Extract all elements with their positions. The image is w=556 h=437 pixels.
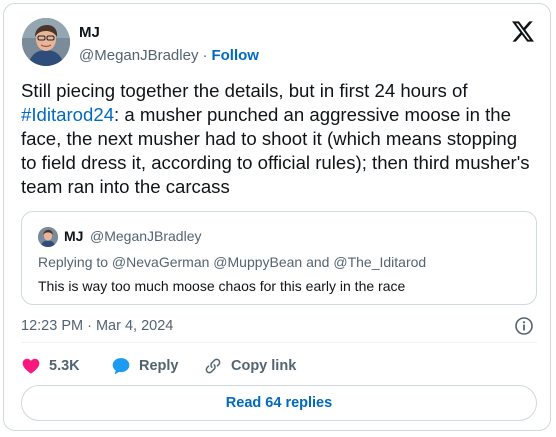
reply-button[interactable]: Reply xyxy=(111,354,179,378)
author-handle[interactable]: @MeganJBradley xyxy=(79,47,198,64)
like-button[interactable]: 5.3K xyxy=(21,354,80,378)
info-icon[interactable] xyxy=(514,316,534,336)
quoted-author-avatar xyxy=(38,227,58,247)
tweet-text: Still piecing together the details, but … xyxy=(21,79,531,199)
read-replies-button[interactable]: Read 64 replies xyxy=(21,385,537,421)
hashtag-link[interactable]: #Iditarod24 xyxy=(21,104,114,125)
author-handle-line: @MeganJBradley · Follow xyxy=(79,47,259,64)
author-avatar[interactable] xyxy=(22,18,70,66)
divider xyxy=(21,342,537,343)
separator-dot: · xyxy=(202,47,208,64)
tweet-timestamp[interactable]: 12:23 PM · Mar 4, 2024 xyxy=(21,318,173,334)
link-icon xyxy=(205,358,221,374)
tweet-embed-card: MJ @MeganJBradley · Follow Still piecing t… xyxy=(3,3,551,431)
quoted-replying-to: Replying to @NevaGerman @MuppyBean and @… xyxy=(38,254,427,270)
tweet-text-part-1: Still piecing together the details, but … xyxy=(21,80,468,101)
follow-button[interactable]: Follow xyxy=(211,47,259,64)
quoted-tweet[interactable]: MJ @MeganJBradley Replying to @NevaGerma… xyxy=(21,211,537,305)
copy-link-label: Copy link xyxy=(231,358,297,374)
quoted-author-handle: @MeganJBradley xyxy=(90,228,202,244)
copy-link-button[interactable]: Copy link xyxy=(203,354,296,378)
reply-bubble-icon xyxy=(112,358,130,375)
like-count: 5.3K xyxy=(49,358,80,374)
reply-label: Reply xyxy=(139,358,179,374)
author-name[interactable]: MJ xyxy=(79,24,100,41)
x-logo-icon[interactable] xyxy=(512,21,534,42)
heart-icon xyxy=(22,358,40,374)
quoted-author-name: MJ xyxy=(64,228,84,244)
quoted-tweet-text: This is way too much moose chaos for thi… xyxy=(38,278,406,294)
